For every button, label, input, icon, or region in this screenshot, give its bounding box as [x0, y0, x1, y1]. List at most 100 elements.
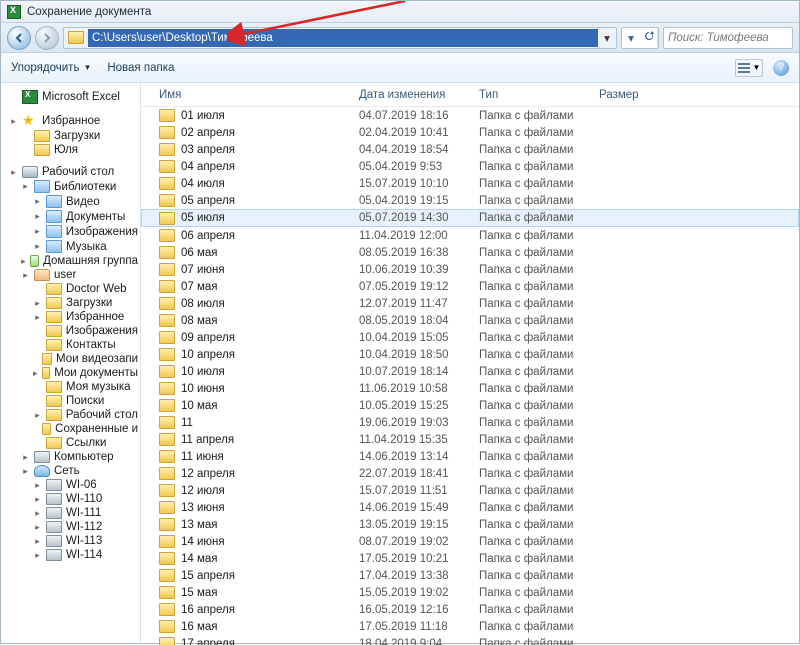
help-button[interactable]: ?	[773, 60, 789, 76]
file-row[interactable]: 04 июля15.07.2019 10:10Папка с файлами	[141, 175, 799, 192]
file-row[interactable]: 1119.06.2019 19:03Папка с файлами	[141, 414, 799, 431]
file-row[interactable]: 06 апреля11.04.2019 12:00Папка с файлами	[141, 227, 799, 244]
file-row[interactable]: 08 июля12.07.2019 11:47Папка с файлами	[141, 295, 799, 312]
search-input[interactable]: Поиск: Тимофеева	[663, 27, 793, 49]
file-row[interactable]: 13 июня14.06.2019 15:49Папка с файлами	[141, 499, 799, 516]
sidebar-item[interactable]: ▸Загрузки	[3, 296, 138, 310]
file-row[interactable]: 11 апреля11.04.2019 15:35Папка с файлами	[141, 431, 799, 448]
file-row[interactable]: 15 мая15.05.2019 19:02Папка с файлами	[141, 584, 799, 601]
file-row[interactable]: 08 мая08.05.2019 18:04Папка с файлами	[141, 312, 799, 329]
file-row[interactable]: 13 мая13.05.2019 19:15Папка с файлами	[141, 516, 799, 533]
expand-icon[interactable]: ▸	[33, 550, 42, 561]
sidebar-item[interactable]: Мои видеозапи	[3, 352, 138, 366]
sidebar-item[interactable]: Microsoft Excel	[3, 89, 138, 105]
file-row[interactable]: 05 июля05.07.2019 14:30Папка с файлами	[141, 209, 799, 227]
expand-icon[interactable]: ▸	[33, 494, 42, 505]
sidebar-item[interactable]: Сохраненные и	[3, 422, 138, 436]
expand-icon[interactable]: ▸	[33, 522, 42, 533]
file-row[interactable]: 16 мая17.05.2019 11:18Папка с файлами	[141, 618, 799, 635]
expand-icon[interactable]: ▸	[33, 312, 42, 323]
sidebar-item[interactable]: Моя музыка	[3, 380, 138, 394]
file-row[interactable]: 12 апреля22.07.2019 18:41Папка с файлами	[141, 465, 799, 482]
file-row[interactable]: 01 июля04.07.2019 18:16Папка с файлами	[141, 107, 799, 124]
file-row[interactable]: 07 мая07.05.2019 19:12Папка с файлами	[141, 278, 799, 295]
column-type[interactable]: Тип	[473, 89, 593, 101]
file-row[interactable]: 07 июня10.06.2019 10:39Папка с файлами	[141, 261, 799, 278]
sidebar-item[interactable]: ▸Рабочий стол	[3, 408, 138, 422]
expand-icon[interactable]: ▸	[21, 181, 30, 192]
expand-icon[interactable]: ▸	[21, 270, 30, 281]
sidebar-item[interactable]: Doctor Web	[3, 282, 138, 296]
expand-icon[interactable]: ▸	[21, 466, 30, 477]
address-dropdown[interactable]: ▾	[598, 31, 616, 45]
expand-icon[interactable]: ▸	[21, 256, 26, 267]
address-bar[interactable]: C:\Users\user\Desktop\Тимофеева ▾	[63, 27, 617, 49]
sidebar-item[interactable]: ▸user	[3, 268, 138, 282]
sidebar-item[interactable]: Контакты	[3, 338, 138, 352]
new-folder-button[interactable]: Новая папка	[107, 62, 174, 74]
file-row[interactable]: 10 июля10.07.2019 18:14Папка с файлами	[141, 363, 799, 380]
expand-icon[interactable]: ▸	[33, 196, 42, 207]
file-row[interactable]: 05 апреля05.04.2019 19:15Папка с файлами	[141, 192, 799, 209]
sidebar-item[interactable]: ▸WI-112	[3, 520, 138, 534]
sidebar-item[interactable]: Загрузки	[3, 129, 138, 143]
view-options-button[interactable]: ▼	[735, 59, 763, 77]
expand-icon[interactable]: ▸	[33, 226, 42, 237]
file-row[interactable]: 10 июня11.06.2019 10:58Папка с файлами	[141, 380, 799, 397]
sidebar-item[interactable]: ▸Сеть	[3, 464, 138, 478]
expand-icon[interactable]: ▸	[33, 536, 42, 547]
expand-icon[interactable]: ▸	[21, 452, 30, 463]
column-name[interactable]: Имя	[153, 89, 353, 101]
refresh-button[interactable]	[640, 30, 658, 45]
file-row[interactable]: 16 апреля16.05.2019 12:16Папка с файлами	[141, 601, 799, 618]
file-row[interactable]: 15 апреля17.04.2019 13:38Папка с файлами	[141, 567, 799, 584]
sidebar-item[interactable]: ▸Компьютер	[3, 450, 138, 464]
file-row[interactable]: 14 мая17.05.2019 10:21Папка с файлами	[141, 550, 799, 567]
sidebar-item[interactable]: ▸WI-110	[3, 492, 138, 506]
organize-button[interactable]: Упорядочить ▼	[11, 62, 91, 74]
file-row[interactable]: 09 апреля10.04.2019 15:05Папка с файлами	[141, 329, 799, 346]
sidebar-item[interactable]: ▸Рабочий стол	[3, 165, 138, 179]
file-row[interactable]: 10 мая10.05.2019 15:25Папка с файлами	[141, 397, 799, 414]
sidebar-item[interactable]: ▸Изображения	[3, 224, 138, 239]
file-row[interactable]: 06 мая08.05.2019 16:38Папка с файлами	[141, 244, 799, 261]
expand-icon[interactable]: ▸	[33, 410, 42, 421]
back-button[interactable]	[7, 26, 31, 50]
file-row[interactable]: 04 апреля05.04.2019 9:53Папка с файлами	[141, 158, 799, 175]
sidebar-item[interactable]: ▸Документы	[3, 209, 138, 224]
expand-icon[interactable]: ▸	[33, 241, 42, 252]
expand-icon[interactable]: ▸	[9, 116, 18, 127]
sidebar-item[interactable]: ▸Домашняя группа	[3, 254, 138, 268]
file-row[interactable]: 14 июня08.07.2019 19:02Папка с файлами	[141, 533, 799, 550]
address-path[interactable]: C:\Users\user\Desktop\Тимофеева	[88, 29, 598, 47]
sidebar-item[interactable]: Изображения	[3, 324, 138, 338]
forward-button[interactable]	[35, 26, 59, 50]
sidebar-item[interactable]: ▸Избранное	[3, 310, 138, 324]
sidebar-item[interactable]: ▸WI-113	[3, 534, 138, 548]
file-row[interactable]: 12 июля15.07.2019 11:51Папка с файлами	[141, 482, 799, 499]
sidebar-item[interactable]: Ссылки	[3, 436, 138, 450]
column-date[interactable]: Дата изменения	[353, 89, 473, 101]
sidebar-item[interactable]: ▸WI-111	[3, 506, 138, 520]
file-row[interactable]: 02 апреля02.04.2019 10:41Папка с файлами	[141, 124, 799, 141]
file-row[interactable]: 03 апреля04.04.2019 18:54Папка с файлами	[141, 141, 799, 158]
sidebar-item[interactable]: ▸Видео	[3, 194, 138, 209]
sidebar-item[interactable]: ▸Музыка	[3, 239, 138, 254]
sidebar-item[interactable]: ▸WI-06	[3, 478, 138, 492]
sidebar-item[interactable]: ▸★Избранное	[3, 113, 138, 129]
expand-icon[interactable]: ▸	[33, 480, 42, 491]
expand-icon[interactable]: ▸	[33, 211, 42, 222]
file-row[interactable]: 11 июня14.06.2019 13:14Папка с файлами	[141, 448, 799, 465]
sidebar-item[interactable]: ▸Мои документы	[3, 366, 138, 380]
sidebar-tree[interactable]: Microsoft Excel ▸★ИзбранноеЗагрузкиЮля ▸Ра…	[1, 83, 141, 645]
expand-icon[interactable]: ▸	[33, 368, 38, 379]
expand-icon[interactable]: ▸	[9, 167, 18, 178]
sidebar-item[interactable]: Поиски	[3, 394, 138, 408]
expand-icon[interactable]: ▸	[33, 298, 42, 309]
file-row[interactable]: 10 апреля10.04.2019 18:50Папка с файлами	[141, 346, 799, 363]
sidebar-item[interactable]: Юля	[3, 143, 138, 157]
history-dropdown[interactable]: ▾	[622, 31, 640, 45]
sidebar-item[interactable]: ▸Библиотеки	[3, 179, 138, 194]
sidebar-item[interactable]: ▸WI-114	[3, 548, 138, 562]
expand-icon[interactable]: ▸	[33, 508, 42, 519]
